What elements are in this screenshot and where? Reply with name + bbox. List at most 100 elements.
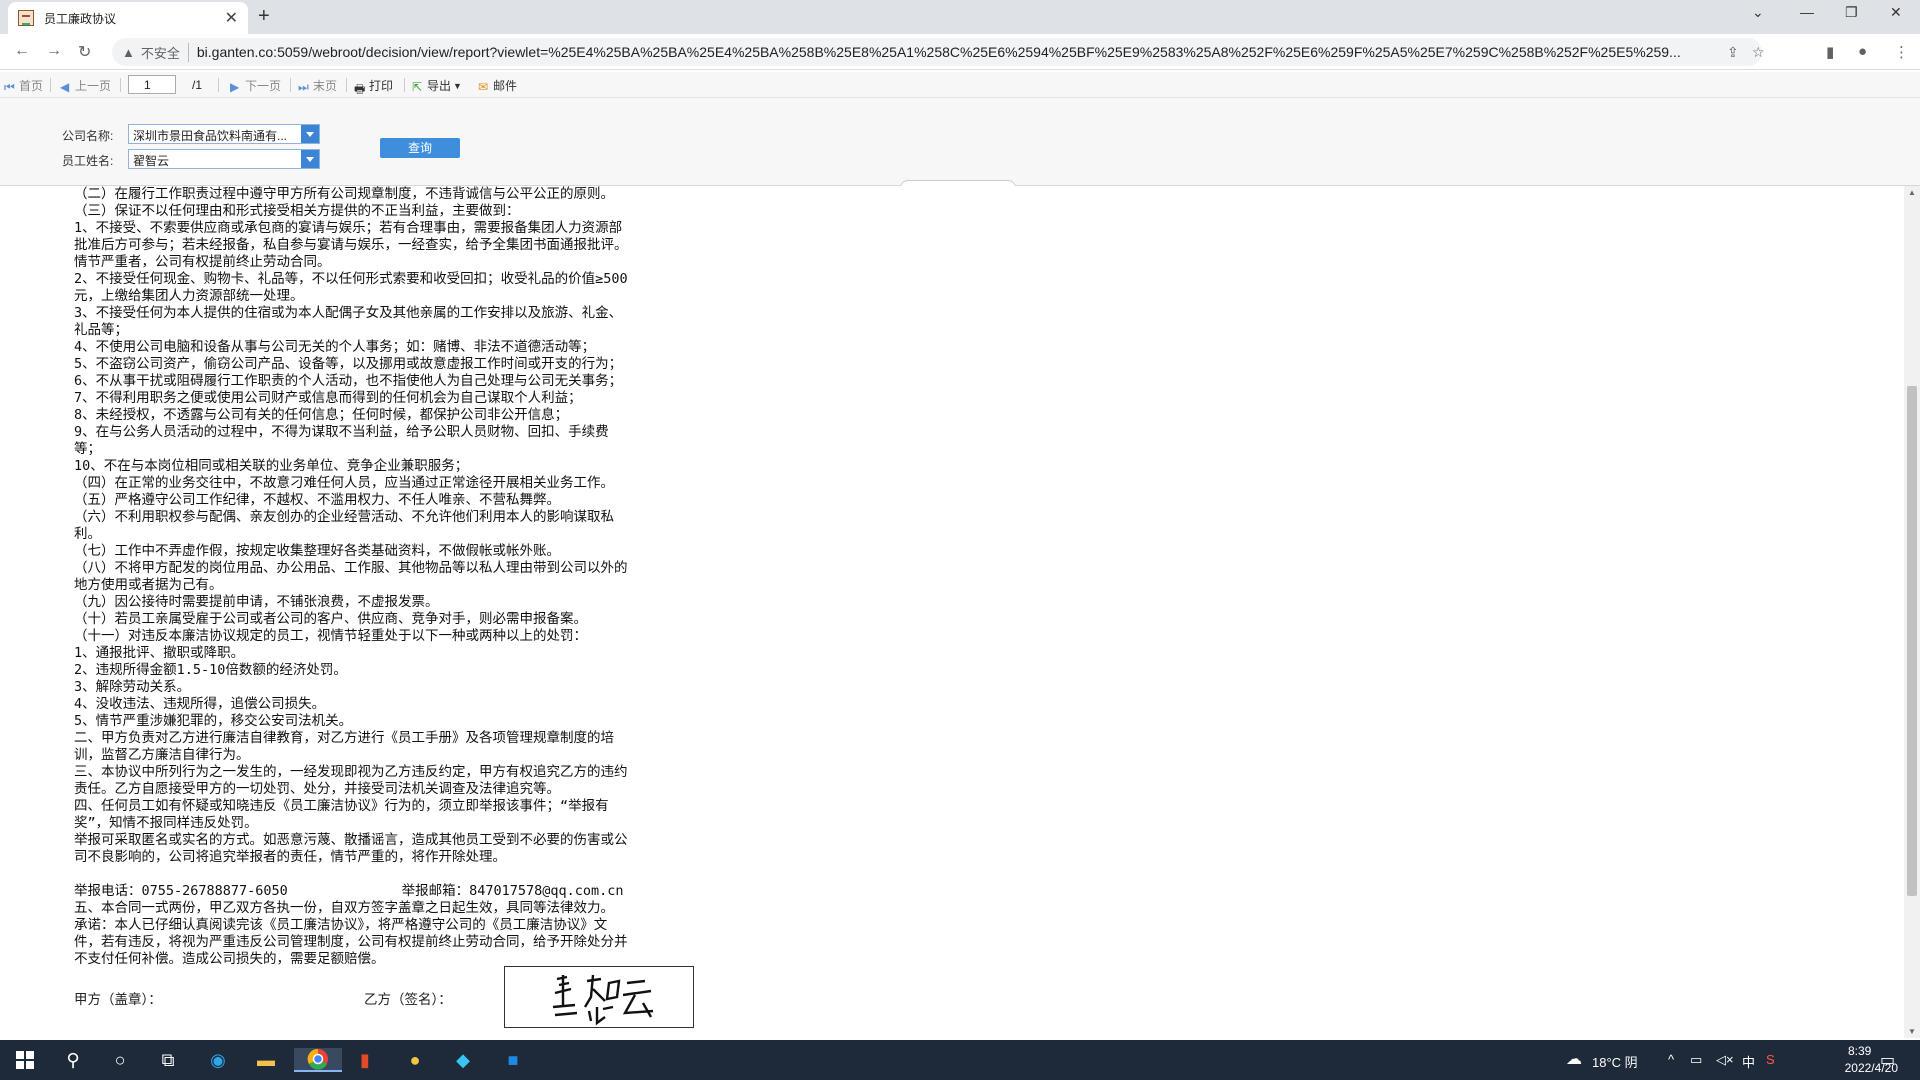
new-tab-button[interactable]: + (258, 5, 270, 28)
restore-icon[interactable]: ❐ (1845, 4, 1858, 21)
agreement-line: 礼品等； (74, 322, 128, 338)
employee-combobox[interactable]: 翟智云 (128, 149, 320, 169)
divider (218, 78, 219, 92)
query-button[interactable]: 查询 (380, 138, 460, 158)
network-icon[interactable]: ▭ (1690, 1052, 1702, 1068)
agreement-line: （十一）对违反本廉洁协议规定的员工，视情节轻重处于以下一种或两种以上的处罚： (74, 628, 587, 644)
agreement-line: （四）在正常的业务交往中，不故意刁难任何人员，应当通过正常途径开展相关业务工作。 (74, 475, 614, 491)
address-bar[interactable]: ▲ 不安全 bi.ganten.co:5059/webroot/decision… (112, 38, 1765, 66)
browser-navbar: ← → ↻ ▲ 不安全 bi.ganten.co:5059/webroot/de… (0, 34, 1920, 70)
back-icon[interactable]: ← (14, 42, 30, 60)
agreement-line: 五、本合同一式两份，甲乙双方各执一份，自双方签字盖章之日起生效，具同等法律效力。 (74, 900, 614, 916)
app-icon[interactable]: ■ (500, 1048, 526, 1072)
mail-button[interactable]: ✉ 邮件 (478, 77, 517, 94)
company-combobox[interactable]: 深圳市景田食品饮料南通有... (128, 124, 320, 144)
agreement-line: 1、通报批评、撤职或降职。 (74, 645, 245, 661)
last-page-button[interactable]: ⏭ 末页 (298, 77, 337, 94)
search-icon[interactable]: ⚲ (60, 1048, 86, 1072)
reload-icon[interactable]: ↻ (78, 42, 91, 62)
weather-text[interactable]: 18°C 阴 (1592, 1052, 1638, 1071)
company-label: 公司名称: (62, 129, 114, 143)
agreement-line: （五）严格遵守公司工作纪律，不越权、不滥用权力、不任人唯亲、不营私舞弊。 (74, 492, 560, 508)
weather-cloud-icon[interactable]: ☁ (1566, 1049, 1582, 1069)
scroll-up-icon[interactable]: ▲ (1908, 188, 1916, 197)
notification-icon[interactable]: ▭ (1880, 1050, 1895, 1070)
agreement-line: 3、解除劳动关系。 (74, 679, 191, 695)
agreement-line: 5、情节严重涉嫌犯罪的，移交公安司法机关。 (74, 713, 353, 729)
browser-menu-icon[interactable]: ⋮ (1894, 43, 1909, 61)
share-icon[interactable]: ⇪ (1727, 44, 1739, 61)
antivirus-icon[interactable]: S (1766, 1052, 1775, 1067)
minimize-icon[interactable]: — (1800, 4, 1814, 20)
ime-indicator[interactable]: 中 (1742, 1052, 1755, 1071)
prev-page-icon: ◀ (60, 79, 70, 94)
windows-start-icon[interactable] (12, 1048, 38, 1072)
url-text[interactable]: bi.ganten.co:5059/webroot/decision/view/… (197, 44, 1737, 60)
handwritten-signature (552, 974, 654, 1026)
agreement-line: 责任。乙方自愿接受甲方的一切处罚、处分，并接受司法机关调查及法律追究等。 (74, 781, 560, 797)
dropdown-arrow-icon: ▼ (453, 80, 462, 91)
agreement-line: 二、甲方负责对乙方进行廉洁自律教育，对乙方进行《员工手册》及各项管理规章制度的培 (74, 730, 614, 746)
last-page-icon: ⏭ (298, 79, 309, 94)
report-toolbar: ⏮首页 ◀上一页 /1 ▶下一页 ⏭末页 🖶打印 ⇱导出▼ ✉邮件 (0, 72, 1920, 98)
scroll-thumb[interactable] (1907, 386, 1917, 896)
qq-icon[interactable]: ◆ (450, 1048, 476, 1072)
dropdown-arrow-icon[interactable] (301, 150, 319, 168)
agreement-line: 9、在与公务人员活动的过程中，不得为谋取不当利益，给予公职人员财物、回扣、手续费 (74, 424, 609, 440)
tray-chevron-icon[interactable]: ^ (1668, 1052, 1674, 1067)
print-button[interactable]: 🖶 打印 (354, 77, 393, 96)
next-page-icon: ▶ (230, 79, 240, 94)
task-view-icon[interactable]: ⧉ (155, 1048, 181, 1072)
agreement-line: 4、没收违法、违规所得，追偿公司损失。 (74, 696, 326, 712)
bookmark-star-icon[interactable]: ☆ (1752, 44, 1765, 61)
employee-label: 员工姓名: (62, 154, 114, 168)
dropdown-arrow-icon[interactable] (301, 125, 319, 143)
divider (120, 78, 121, 92)
clock-time[interactable]: 8:39 (1848, 1044, 1871, 1058)
prev-page-button[interactable]: ◀ 上一页 (60, 77, 111, 94)
parameter-panel: 公司名称: 深圳市景田食品饮料南通有... 员工姓名: 翟智云 查询 (0, 98, 1920, 186)
export-button[interactable]: ⇱ 导出 ▼ (412, 77, 462, 94)
warning-icon[interactable]: ▲ (122, 45, 135, 60)
agreement-line: 奖”，知情不报同样违反处罚。 (74, 815, 258, 831)
agreement-line: 7、不得利用职务之便或使用公司财产或信息而得到的任何机会为自己谋取个人利益； (74, 390, 582, 406)
agreement-line: （六）不利用职权参与配偶、亲友创办的企业经营活动、不允许他们利用本人的影响谋取私 (74, 509, 614, 525)
office-icon[interactable]: ▮ (352, 1048, 378, 1072)
cortana-icon[interactable]: ○ (107, 1048, 133, 1072)
vertical-scrollbar[interactable]: ▲ ▼ (1904, 186, 1920, 1038)
agreement-line: 10、不在与本岗位相同或相关联的业务单位、竞争企业兼职服务； (74, 458, 469, 474)
wechat-icon[interactable]: ● (402, 1048, 428, 1072)
tab-report[interactable]: 员工廉政协议 ✕ (8, 2, 248, 34)
agreement-text: （二）在履行工作职责过程中遵守甲方所有公司规章制度，不违背诚信与公平公正的原则。… (74, 186, 694, 968)
file-explorer-icon[interactable]: ▬ (253, 1048, 279, 1072)
party-a-label: 甲方（盖章）： (74, 992, 162, 1008)
browser-tabstrip: 员工廉政协议 ✕ + ⌄ — ❐ ✕ (0, 0, 1920, 34)
agreement-line: 3、不接受任何为本人提供的住宿或为本人配偶子女及其他亲属的工作安排以及旅游、礼金… (74, 305, 623, 321)
agreement-line: 情节严重者，公司有权提前终止劳动合同。 (74, 254, 331, 270)
insecure-label[interactable]: 不安全 (141, 42, 189, 62)
divider (346, 78, 347, 92)
agreement-line: 举报可采取匿名或实名的方式。如恶意污蔑、散播谣言，造成其他员工受到不必要的伤害或… (74, 832, 628, 848)
chrome-icon[interactable] (294, 1048, 342, 1072)
agreement-line: 四、任何员工如有怀疑或知晓违反《员工廉洁协议》行为的，须立即举报该事件；“举报有 (74, 798, 609, 814)
volume-icon[interactable]: ◁× (1716, 1052, 1734, 1068)
agreement-line: 8、未经授权，不透露与公司有关的任何信息；任何时候，都保护公司非公开信息； (74, 407, 569, 423)
signature-image (504, 966, 694, 1028)
agreement-line: 训，监督乙方廉洁自律行为。 (74, 747, 250, 763)
profile-avatar-icon[interactable]: ● (1858, 43, 1867, 60)
edge-icon[interactable]: ◉ (205, 1048, 231, 1072)
forward-icon[interactable]: → (46, 42, 62, 60)
export-icon: ⇱ (412, 79, 423, 94)
next-page-button[interactable]: ▶ 下一页 (230, 77, 281, 94)
scroll-down-icon[interactable]: ▼ (1908, 1027, 1916, 1036)
agreement-line: 承诺：本人已仔细认真阅读完该《员工廉洁协议》，将严格遵守公司的《员工廉洁协议》文 (74, 917, 608, 933)
side-panel-icon[interactable]: ▮ (1826, 43, 1834, 61)
window-close-icon[interactable]: ✕ (1890, 4, 1902, 21)
divider (50, 78, 51, 92)
first-page-icon: ⏮ (4, 79, 15, 94)
first-page-button[interactable]: ⏮ 首页 (4, 77, 43, 94)
tab-close-icon[interactable]: ✕ (225, 8, 238, 28)
page-number-input[interactable] (128, 75, 176, 94)
report-body: （二）在履行工作职责过程中遵守甲方所有公司规章制度，不违背诚信与公平公正的原则。… (0, 186, 1902, 1038)
tab-search-chevron-icon[interactable]: ⌄ (1752, 4, 1764, 21)
